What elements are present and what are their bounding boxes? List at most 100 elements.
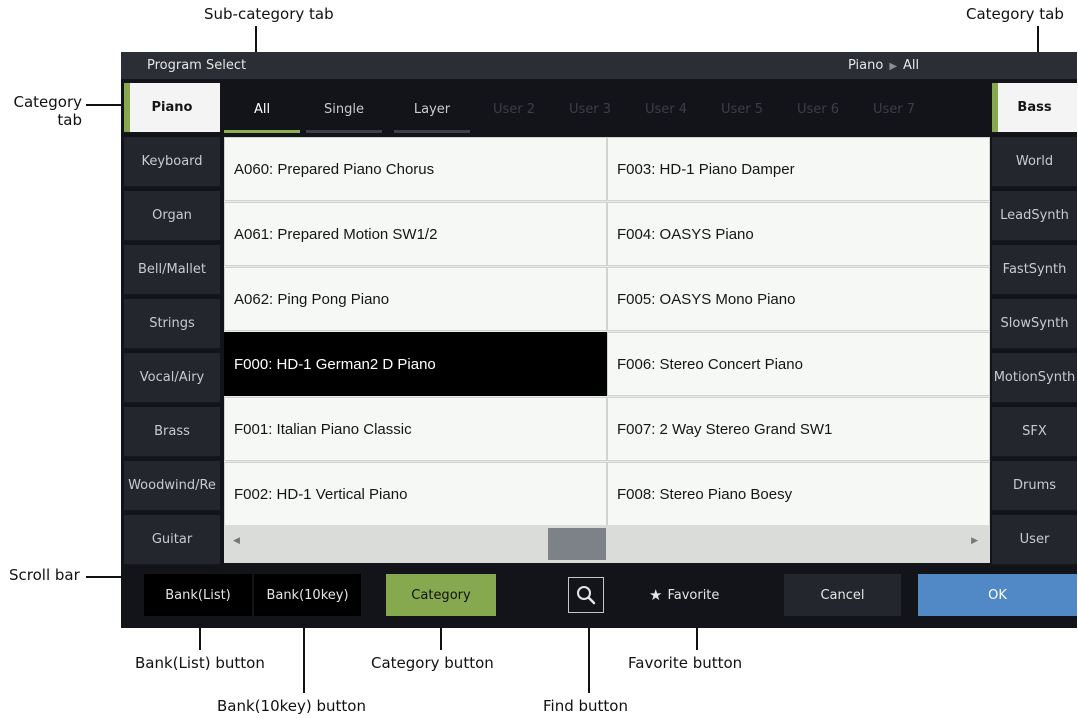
category-tab-leadsynth[interactable]: LeadSynth xyxy=(992,191,1077,241)
category-tab-sfx[interactable]: SFX xyxy=(992,407,1077,457)
program-item[interactable]: F002: HD-1 Vertical Piano xyxy=(224,462,607,526)
program-list: A060: Prepared Piano Chorus A061: Prepar… xyxy=(224,137,990,526)
category-tab-label: Guitar xyxy=(151,532,193,547)
horizontal-scrollbar[interactable]: ◀ ▶ xyxy=(224,525,990,563)
category-tab-label: Vocal/Airy xyxy=(139,370,205,385)
category-tab-label: SlowSynth xyxy=(1000,316,1069,331)
category-tab-bass[interactable]: Bass xyxy=(992,83,1077,133)
annotation-category-tab-left-line2: tab xyxy=(57,111,82,129)
subcategory-tab-user-4: User 4 xyxy=(628,85,704,133)
category-tab-world[interactable]: World xyxy=(992,137,1077,187)
annotation-scroll-bar: Scroll bar xyxy=(9,566,80,584)
bank-list-button[interactable]: Bank(List) xyxy=(144,574,252,616)
annotation-subcategory-tab: Sub-category tab xyxy=(204,5,334,23)
annotation-category-tab-right: Category tab xyxy=(966,5,1064,23)
scrollbar-thumb[interactable] xyxy=(548,528,606,560)
category-tab-label: Piano xyxy=(151,100,193,115)
cancel-button[interactable]: Cancel xyxy=(784,574,901,616)
category-tab-brass[interactable]: Brass xyxy=(124,407,220,457)
tab-underline xyxy=(394,130,470,133)
category-tab-vocal-airy[interactable]: Vocal/Airy xyxy=(124,353,220,403)
category-tab-label: World xyxy=(1015,154,1054,169)
annotation-bank-list-button: Bank(List) button xyxy=(135,654,265,672)
ok-button[interactable]: OK xyxy=(918,574,1077,616)
cancel-label: Cancel xyxy=(820,587,865,603)
program-name: F006: Stereo Concert Piano xyxy=(617,355,803,373)
arrow-left-icon[interactable]: ◀ xyxy=(233,536,240,546)
subcategory-tab-layer[interactable]: Layer xyxy=(394,85,470,133)
subcategory-tab-label: User 5 xyxy=(720,101,764,117)
program-item-selected[interactable]: F000: HD-1 German2 D Piano xyxy=(224,332,607,396)
bank-list-label: Bank(List) xyxy=(165,587,231,603)
program-item[interactable]: A061: Prepared Motion SW1/2 xyxy=(224,202,607,266)
category-tab-organ[interactable]: Organ xyxy=(124,191,220,241)
favorite-button[interactable]: ★ Favorite xyxy=(633,574,763,616)
program-item[interactable]: F004: OASYS Piano xyxy=(607,202,990,266)
bottom-button-bar: Bank(List) Bank(10key) Category ★ Favorit… xyxy=(121,570,1077,622)
find-button[interactable] xyxy=(568,577,604,613)
annotation-category-tab-left-line1: Category xyxy=(13,93,82,111)
category-tab-bell-mallet[interactable]: Bell/Mallet xyxy=(124,245,220,295)
subcategory-tab-label: User 4 xyxy=(644,101,688,117)
category-tab-slowsynth[interactable]: SlowSynth xyxy=(992,299,1077,349)
category-tab-user[interactable]: User xyxy=(992,515,1077,565)
program-item[interactable]: F003: HD-1 Piano Damper xyxy=(607,137,990,201)
category-tab-label: Bass xyxy=(1017,100,1052,115)
program-name: F003: HD-1 Piano Damper xyxy=(617,160,795,178)
screen-title: Program Select xyxy=(147,58,247,73)
program-item[interactable]: A060: Prepared Piano Chorus xyxy=(224,137,607,201)
program-name: F001: Italian Piano Classic xyxy=(234,420,412,438)
category-tab-keyboard[interactable]: Keyboard xyxy=(124,137,220,187)
subcategory-tab-label: User 2 xyxy=(492,101,536,117)
star-icon: ★ xyxy=(649,586,663,604)
category-tab-label: SFX xyxy=(1022,424,1047,439)
subcategory-tab-label: Single xyxy=(324,101,364,117)
tab-underline xyxy=(306,130,382,133)
category-tab-label: User xyxy=(1019,532,1050,547)
annotation-bank-10key-button: Bank(10key) button xyxy=(217,697,366,715)
category-tab-fastsynth[interactable]: FastSynth xyxy=(992,245,1077,295)
category-tab-label: Keyboard xyxy=(141,154,203,169)
subcategory-tab-label: User 7 xyxy=(872,101,916,117)
title-bar: Program Select Piano ▶ All xyxy=(121,52,1077,79)
program-item[interactable]: F001: Italian Piano Classic xyxy=(224,397,607,461)
program-item[interactable]: F007: 2 Way Stereo Grand SW1 xyxy=(607,397,990,461)
program-name: A062: Ping Pong Piano xyxy=(234,290,390,308)
breadcrumb: Piano ▶ All xyxy=(848,58,919,73)
annotation-find-button: Find button xyxy=(543,697,628,715)
category-tab-label: FastSynth xyxy=(1002,262,1067,277)
program-name: F008: Stereo Piano Boesy xyxy=(617,485,793,503)
subcategory-tab-user-6: User 6 xyxy=(780,85,856,133)
program-name: A061: Prepared Motion SW1/2 xyxy=(234,225,438,243)
category-tab-strings[interactable]: Strings xyxy=(124,299,220,349)
favorite-label: Favorite xyxy=(667,587,720,603)
tab-underline xyxy=(224,130,300,133)
program-item[interactable]: F006: Stereo Concert Piano xyxy=(607,332,990,396)
subcategory-tab-user-5: User 5 xyxy=(704,85,780,133)
bank-10key-label: Bank(10key) xyxy=(266,587,349,603)
subcategory-tab-single[interactable]: Single xyxy=(306,85,382,133)
bank-10key-button[interactable]: Bank(10key) xyxy=(254,574,361,616)
program-item[interactable]: F008: Stereo Piano Boesy xyxy=(607,462,990,526)
program-name: A060: Prepared Piano Chorus xyxy=(234,160,435,178)
triangle-right-icon: ▶ xyxy=(889,61,898,72)
category-tab-guitar[interactable]: Guitar xyxy=(124,515,220,565)
category-tab-woodwind[interactable]: Woodwind/Re xyxy=(124,461,220,511)
category-tab-motionsynth[interactable]: MotionSynth xyxy=(992,353,1077,403)
program-name: F000: HD-1 German2 D Piano xyxy=(234,355,436,373)
subcategory-tab-all[interactable]: All xyxy=(224,85,300,133)
category-tab-piano[interactable]: Piano xyxy=(124,83,220,133)
category-tab-label: Bell/Mallet xyxy=(137,262,207,277)
annotation-leader-line xyxy=(86,104,124,106)
program-name: F002: HD-1 Vertical Piano xyxy=(234,485,408,503)
subcategory-tab-label: Layer xyxy=(413,101,451,117)
category-tab-drums[interactable]: Drums xyxy=(992,461,1077,511)
category-button[interactable]: Category xyxy=(386,574,496,616)
arrow-right-icon[interactable]: ▶ xyxy=(971,536,978,546)
category-tab-label: MotionSynth xyxy=(993,370,1076,385)
program-item[interactable]: F005: OASYS Mono Piano xyxy=(607,267,990,331)
magnifier-icon xyxy=(577,586,596,605)
program-item[interactable]: A062: Ping Pong Piano xyxy=(224,267,607,331)
category-tab-label: LeadSynth xyxy=(1000,208,1069,223)
category-tab-label: Strings xyxy=(149,316,195,331)
